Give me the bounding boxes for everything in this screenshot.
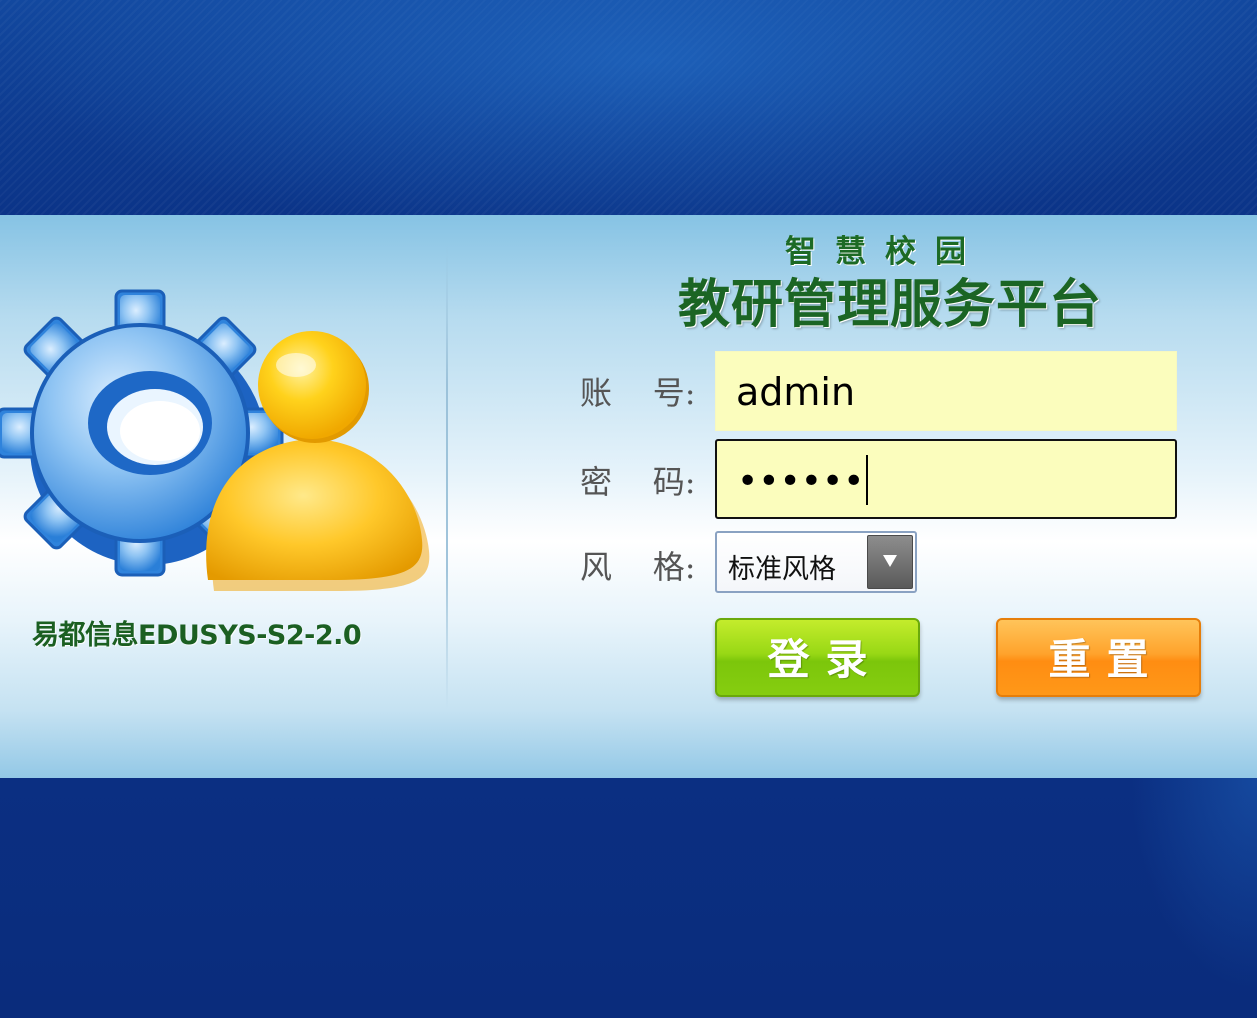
style-select[interactable]: 标准风格 (715, 531, 917, 593)
brand-version-text: 易都信息EDUSYS-S2-2.0 (32, 620, 362, 651)
password-mask: •••••• (737, 461, 865, 502)
password-field[interactable]: •••••• (715, 439, 1177, 519)
password-value: •••••• (737, 455, 869, 505)
reset-button[interactable]: 重置 (996, 618, 1201, 697)
password-label: 密 码: (580, 463, 696, 501)
style-select-value: 标准风格 (728, 554, 836, 585)
username-value: admin (736, 370, 856, 414)
background-bottom (0, 778, 1257, 1018)
login-page: 易都信息EDUSYS-S2-2.0 智慧校园 教研管理服务平台 账 号: adm… (0, 0, 1257, 1018)
page-title: 教研管理服务平台 (677, 275, 1102, 335)
style-label: 风 格: (580, 548, 696, 586)
gear-user-logo-icon (0, 289, 430, 591)
login-button[interactable]: 登录 (715, 618, 920, 697)
background-top (0, 0, 1257, 215)
username-label: 账 号: (580, 374, 696, 412)
text-caret (866, 455, 869, 505)
username-field[interactable]: admin (715, 351, 1177, 431)
chevron-down-icon[interactable] (867, 535, 913, 589)
panel-divider (446, 245, 448, 710)
